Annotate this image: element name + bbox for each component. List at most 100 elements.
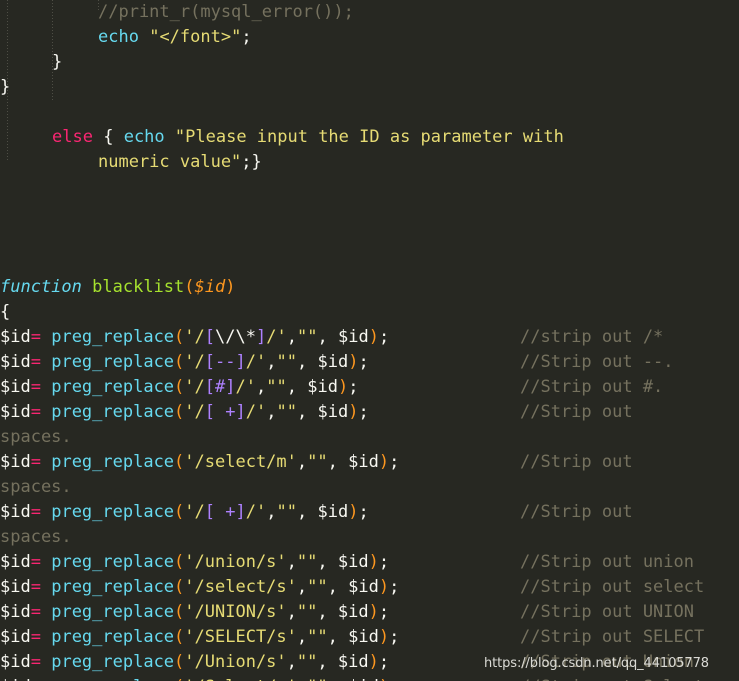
line-blank-3[interactable]	[0, 200, 739, 225]
code-line-text: $id= preg_replace('/[\/\*]/',"", $id);	[0, 327, 389, 347]
code-token: =	[30, 602, 41, 622]
code-token: numeric value"	[98, 152, 242, 172]
code-line-text: $id= preg_replace('/Select/s',"", $id);	[0, 677, 399, 681]
line-echo-font-close[interactable]: echo "</font>";	[0, 25, 739, 50]
code-token: =	[30, 377, 41, 397]
code-token: (	[184, 277, 195, 297]
code-token: $id	[348, 677, 379, 681]
code-token: )	[348, 402, 359, 422]
line-blank-4[interactable]	[0, 225, 739, 250]
code-token: preg_replace	[51, 677, 174, 681]
code-token: preg_replace	[51, 577, 175, 597]
code-editor-viewport[interactable]: //print_r(mysql_error());echo "</font>";…	[0, 0, 739, 681]
code-token: ""	[276, 502, 298, 522]
line-comment-wrap-spaces-2[interactable]: spaces.	[0, 475, 739, 500]
code-token: '/UNION/s'	[184, 602, 287, 622]
code-token: [	[204, 402, 216, 422]
line-preg-strip-select-upper[interactable]: $id= preg_replace('/SELECT/s',"", $id); /…	[0, 625, 739, 650]
code-token: ;	[378, 602, 390, 622]
code-token: '/select/m'	[184, 452, 297, 472]
line-comment-wrap-spaces-1[interactable]: spaces.	[0, 425, 739, 450]
code-token: spaces.	[0, 527, 72, 547]
line-else-echo-cont[interactable]: numeric value";}	[0, 150, 739, 175]
code-token: ;	[389, 677, 399, 681]
code-token: $id	[0, 652, 31, 672]
code-line-text: spaces.	[0, 477, 72, 497]
code-token: )	[337, 377, 349, 397]
code-token: //print_r(mysql_error());	[98, 2, 354, 22]
code-token: '/union/s'	[184, 552, 287, 572]
line-preg-strip-comment-start[interactable]: $id= preg_replace('/[\/\*]/',"", $id); //…	[0, 325, 739, 350]
line-blank-5[interactable]	[0, 250, 739, 275]
code-token: ;	[378, 552, 390, 572]
code-lines-container[interactable]: //print_r(mysql_error());echo "</font>";…	[0, 0, 739, 681]
code-token: )	[378, 452, 390, 472]
code-token: spaces.	[0, 427, 72, 447]
code-token: $id	[348, 577, 379, 597]
code-token: ""	[296, 552, 318, 572]
code-line-text: {	[0, 302, 10, 322]
code-token: [	[204, 502, 216, 522]
line-preg-strip-union-upper[interactable]: $id= preg_replace('/UNION/s',"", $id);//…	[0, 600, 739, 625]
line-comment-wrap-spaces-3[interactable]: spaces.	[0, 525, 739, 550]
code-token: $id	[0, 377, 31, 397]
code-token: ,	[266, 502, 277, 522]
code-line-text: $id= preg_replace('/UNION/s',"", $id);	[0, 602, 389, 622]
code-token: [	[204, 327, 216, 347]
code-token: preg_replace	[51, 627, 175, 647]
line-blank-2[interactable]	[0, 175, 739, 200]
code-token: $id	[307, 377, 338, 397]
line-preg-strip-select[interactable]: $id= preg_replace('/select/s',"", $id); /…	[0, 575, 739, 600]
line-print-r-comment[interactable]: //print_r(mysql_error());	[0, 0, 739, 25]
code-token: ;	[358, 352, 369, 372]
line-preg-strip-hash[interactable]: $id= preg_replace('/[#]/',"", $id);//Str…	[0, 375, 739, 400]
code-token: $id	[0, 402, 31, 422]
trailing-comment: //Strip out union	[520, 552, 694, 572]
code-token: (	[174, 627, 185, 647]
code-token: ;	[378, 652, 390, 672]
line-preg-strip-spaces-1[interactable]: $id= preg_replace('/[ +]/',"", $id);//St…	[0, 400, 739, 425]
code-token: ""	[276, 352, 298, 372]
trailing-comment: //Strip out --.	[520, 352, 674, 372]
line-function-blacklist[interactable]: function blacklist($id)	[0, 275, 739, 300]
code-token: =	[30, 552, 41, 572]
code-token: '	[184, 352, 195, 372]
code-token: ,	[317, 602, 338, 622]
code-token: (	[174, 602, 185, 622]
code-token: $id	[337, 602, 369, 622]
line-preg-strip-select-m[interactable]: $id= preg_replace('/select/m',"", $id); /…	[0, 450, 739, 475]
code-line-text: $id= preg_replace('/union/s',"", $id);	[0, 552, 389, 572]
line-close-brace-outer[interactable]: }	[0, 75, 739, 100]
code-token: }	[52, 52, 63, 72]
code-token: ,	[327, 452, 349, 472]
code-token: /	[194, 377, 205, 397]
code-token: '	[256, 402, 267, 422]
line-preg-strip-spaces-2[interactable]: $id= preg_replace('/[ +]/',"", $id);//St…	[0, 500, 739, 525]
line-blank-1[interactable]	[0, 100, 739, 125]
line-open-brace-function[interactable]: {	[0, 300, 739, 325]
code-token: ]	[225, 377, 236, 397]
line-preg-strip-dashdash[interactable]: $id= preg_replace('/[--]/',"", $id);//St…	[0, 350, 739, 375]
line-else-echo[interactable]: else { echo "Please input the ID as para…	[0, 125, 739, 150]
code-token: )	[368, 552, 379, 572]
code-token: )	[378, 627, 390, 647]
code-token: ;	[358, 402, 369, 422]
code-token: /	[194, 402, 205, 422]
code-line-text: spaces.	[0, 427, 72, 447]
code-token: ,	[317, 327, 338, 347]
code-token: ,	[327, 627, 349, 647]
code-token: "</font>"	[149, 27, 242, 47]
code-token: ,	[297, 352, 318, 372]
code-token: preg_replace	[51, 602, 175, 622]
trailing-comment: //strip out /*	[520, 327, 664, 347]
code-token: )	[348, 502, 359, 522]
code-token: (	[174, 327, 185, 347]
line-close-brace-inner[interactable]: }	[0, 50, 739, 75]
line-preg-strip-union[interactable]: $id= preg_replace('/union/s',"", $id); //…	[0, 550, 739, 575]
code-token: '/Union/s'	[184, 652, 287, 672]
